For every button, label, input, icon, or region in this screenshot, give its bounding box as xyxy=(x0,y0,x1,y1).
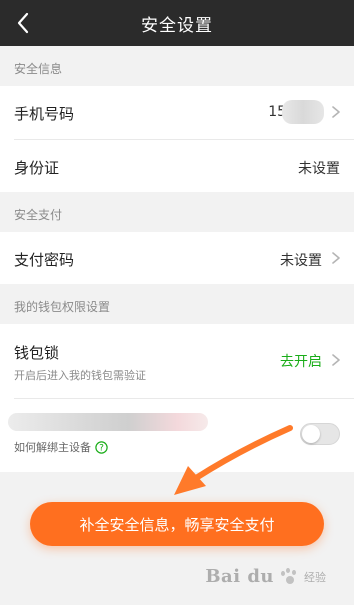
device-row: 如何解绑主设备 ? xyxy=(0,399,354,472)
complete-security-info-button[interactable]: 补全安全信息，畅享安全支付 xyxy=(30,502,324,546)
chevron-left-icon xyxy=(17,12,29,34)
section-security-payment: 安全支付 xyxy=(14,208,63,222)
question-circle-icon: ? xyxy=(95,440,108,454)
chevron-right-icon xyxy=(332,354,340,366)
device-label-mask xyxy=(8,413,208,431)
wallet-lock-action[interactable]: 去开启 xyxy=(280,351,322,371)
id-card-value: 未设置 xyxy=(298,161,340,177)
nav-bar: 安全设置 xyxy=(0,0,354,46)
id-card-label: 身份证 xyxy=(14,159,60,177)
section-wallet-permission: 我的钱包权限设置 xyxy=(14,300,111,314)
watermark-logo: Bai du xyxy=(205,566,274,587)
back-button[interactable] xyxy=(12,12,34,34)
svg-text:?: ? xyxy=(99,443,104,453)
page-title: 安全设置 xyxy=(141,15,213,36)
section-security-info: 安全信息 xyxy=(14,62,63,76)
paw-icon xyxy=(280,567,298,586)
wallet-permission-group: 钱包锁 开启后进入我的钱包需验证 去开启 如何解绑主设备 ? xyxy=(0,324,354,472)
pay-password-label: 支付密码 xyxy=(14,251,75,269)
pay-password-value: 未设置 xyxy=(280,253,322,269)
phone-mask xyxy=(282,100,324,124)
chevron-right-icon xyxy=(332,252,340,264)
pay-password-row[interactable]: 支付密码 未设置 xyxy=(0,232,354,284)
wallet-lock-subtitle: 开启后进入我的钱包需验证 xyxy=(14,369,146,382)
unbind-help-text: 如何解绑主设备 xyxy=(14,441,91,454)
phone-label: 手机号码 xyxy=(14,105,75,123)
phone-row[interactable]: 手机号码 159*** xyxy=(0,86,354,139)
wallet-lock-row[interactable]: 钱包锁 开启后进入我的钱包需验证 去开启 xyxy=(0,324,354,398)
wallet-lock-label: 钱包锁 xyxy=(14,344,60,362)
chevron-right-icon xyxy=(332,106,340,118)
device-lock-toggle[interactable] xyxy=(300,423,340,445)
toggle-knob xyxy=(302,425,320,443)
id-card-row[interactable]: 身份证 未设置 xyxy=(0,140,354,192)
baidu-watermark: Bai du 经验 xyxy=(205,566,326,587)
unbind-help-link[interactable]: 如何解绑主设备 ? xyxy=(14,439,108,455)
security-info-group: 手机号码 159*** 身份证 未设置 xyxy=(0,86,354,192)
watermark-sub: 经验 xyxy=(304,570,326,584)
